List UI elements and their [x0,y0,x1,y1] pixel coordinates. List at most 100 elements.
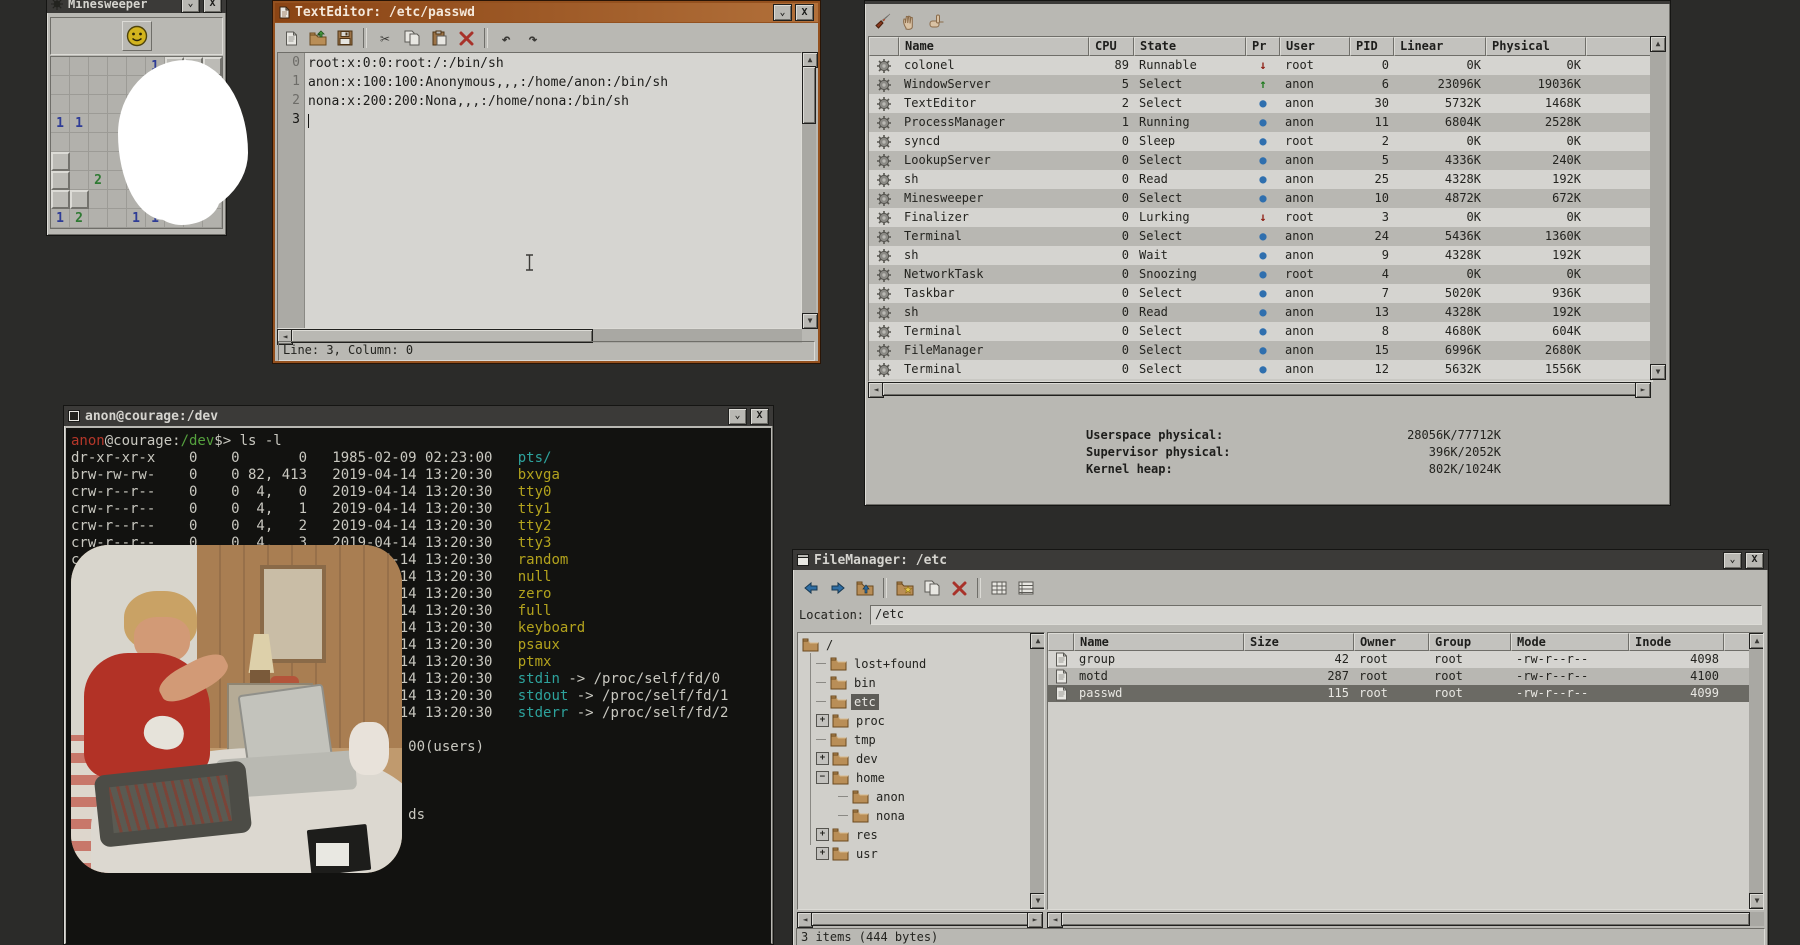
scroll-up-button[interactable]: ▲ [1749,633,1764,649]
column-header-Name[interactable]: Name [1074,633,1244,651]
editor-line[interactable]: nona:x:200:200:Nona,,,:/home/nona:/bin/s… [304,92,801,111]
mine-cell[interactable] [51,190,70,209]
mine-cell[interactable] [89,114,108,133]
mine-cell[interactable]: 1 [127,209,146,228]
tree-vscrollbar[interactable]: ▲ ▼ [1030,633,1044,909]
tree-item-proc[interactable]: +proc [800,711,1028,730]
process-table-vscrollbar[interactable]: ▲ ▼ [1650,36,1666,380]
column-header-Pr[interactable]: Pr [1246,37,1280,56]
tree-item-res[interactable]: +res [800,825,1028,844]
expand-toggle[interactable]: + [816,847,829,860]
mine-cell[interactable]: 2 [89,171,108,190]
scroll-down-button[interactable]: ▼ [802,313,818,329]
scroll-right-button[interactable]: ► [1027,912,1043,928]
editor-line[interactable]: anon:x:100:100:Anonymous,,,:/home/anon:/… [304,73,801,92]
copy-button[interactable] [920,576,944,600]
process-row[interactable]: Finalizer0Lurking↓root30K0K [869,208,1652,227]
new-button[interactable] [279,26,303,50]
column-header-Name[interactable]: Name [899,37,1089,56]
process-row[interactable]: Terminal0Select●anon245436K1360K [869,227,1652,246]
tree-item-tmp[interactable]: tmp [800,730,1028,749]
process-row[interactable]: NetworkTask0Snoozing●root40K0K [869,265,1652,284]
tree-item-dev[interactable]: +dev [800,749,1028,768]
tree-item-lostfound[interactable]: lost+found [800,654,1028,673]
mine-cell[interactable] [70,95,89,114]
texteditor-titlebar[interactable]: TextEditor: /etc/passwd ⌄ X [275,3,818,22]
parent-directory-button[interactable] [853,576,877,600]
forward-button[interactable] [826,576,850,600]
process-row[interactable]: ProcessManager1Running●anon116804K2528K [869,113,1652,132]
icon-view-button[interactable] [987,576,1011,600]
scroll-up-button[interactable]: ▲ [1030,633,1045,649]
open-button[interactable] [306,26,330,50]
tree-item-home[interactable]: −home [800,768,1028,787]
column-header-State[interactable]: State [1134,37,1246,56]
cut-button[interactable]: ✂ [373,26,397,50]
column-header-Group[interactable]: Group [1429,633,1511,651]
mine-cell[interactable] [51,152,70,171]
mine-cell[interactable] [51,76,70,95]
mine-cell[interactable]: 1 [70,114,89,133]
undo-button[interactable]: ↶ [494,26,518,50]
process-row[interactable]: sh0Read●anon134328K192K [869,303,1652,322]
process-table-hscrollbar[interactable]: ◄ ► [868,382,1651,396]
column-header-User[interactable]: User [1280,37,1350,56]
tree-item-etc[interactable]: etc [800,692,1028,711]
stop-process-button[interactable] [898,9,922,33]
tree-item-bin[interactable]: bin [800,673,1028,692]
close-button[interactable]: X [750,408,769,425]
tree-hscrollbar[interactable]: ◄ ► [797,912,1043,926]
process-row[interactable]: Minesweeper0Select●anon104872K672K [869,189,1652,208]
save-button[interactable] [333,26,357,50]
scroll-up-button[interactable]: ▲ [1650,36,1666,52]
mine-cell[interactable] [108,57,127,76]
expand-toggle[interactable]: + [816,714,829,727]
column-header-Physical[interactable]: Physical [1486,37,1586,56]
close-button[interactable]: X [1745,552,1764,569]
mine-cell[interactable] [89,57,108,76]
new-directory-button[interactable] [893,576,917,600]
editor-area[interactable]: 0123 root:x:0:0:root:/:/bin/shanon:x:100… [277,52,802,329]
scroll-right-button[interactable]: ► [1635,382,1651,398]
column-header-icon[interactable] [1048,633,1074,651]
process-row[interactable]: sh0Read●anon254328K192K [869,170,1652,189]
mine-cell[interactable] [70,133,89,152]
mine-cell[interactable] [89,209,108,228]
minimize-button[interactable]: ⌄ [773,4,792,21]
mine-cell[interactable] [70,76,89,95]
filemanager-titlebar[interactable]: FileManager: /etc ⌄ X [793,550,1768,570]
editor-line[interactable]: root:x:0:0:root:/:/bin/sh [304,54,801,73]
close-button[interactable]: X [795,4,814,21]
continue-process-button[interactable] [925,9,949,33]
minesweeper-titlebar[interactable]: Minesweeper ⌄ X [47,0,226,13]
delete-button[interactable] [454,26,478,50]
column-header-Mode[interactable]: Mode [1511,633,1629,651]
scroll-down-button[interactable]: ▼ [1749,893,1764,909]
tree-item-anon[interactable]: anon [800,787,1028,806]
scroll-down-button[interactable]: ▼ [1030,893,1045,909]
column-header-Size[interactable]: Size [1244,633,1354,651]
process-row[interactable]: colonel89Runnable↓root00K0K [869,56,1652,75]
column-header-PID[interactable]: PID [1350,37,1394,56]
mine-cell[interactable] [89,133,108,152]
editor-line[interactable] [304,111,801,130]
mine-cell[interactable] [89,95,108,114]
mine-cell[interactable] [108,209,127,228]
process-row[interactable]: Terminal0Select●anon84680K604K [869,322,1652,341]
delete-button[interactable] [947,576,971,600]
mine-cell[interactable]: 2 [70,209,89,228]
mine-cell[interactable]: 1 [51,114,70,133]
mine-cell[interactable] [51,171,70,190]
mine-cell[interactable] [89,76,108,95]
mine-cell[interactable]: 1 [51,209,70,228]
expand-toggle[interactable]: + [816,752,829,765]
list-view-button[interactable] [1014,576,1038,600]
redo-button[interactable]: ↷ [521,26,545,50]
mine-cell[interactable] [51,57,70,76]
back-button[interactable] [799,576,823,600]
processmanager-titlebar-clipped[interactable] [865,1,1670,4]
mine-cell[interactable] [70,152,89,171]
process-row[interactable]: Taskbar0Select●anon75020K936K [869,284,1652,303]
scroll-down-button[interactable]: ▼ [1650,364,1666,380]
expand-toggle[interactable]: + [816,828,829,841]
